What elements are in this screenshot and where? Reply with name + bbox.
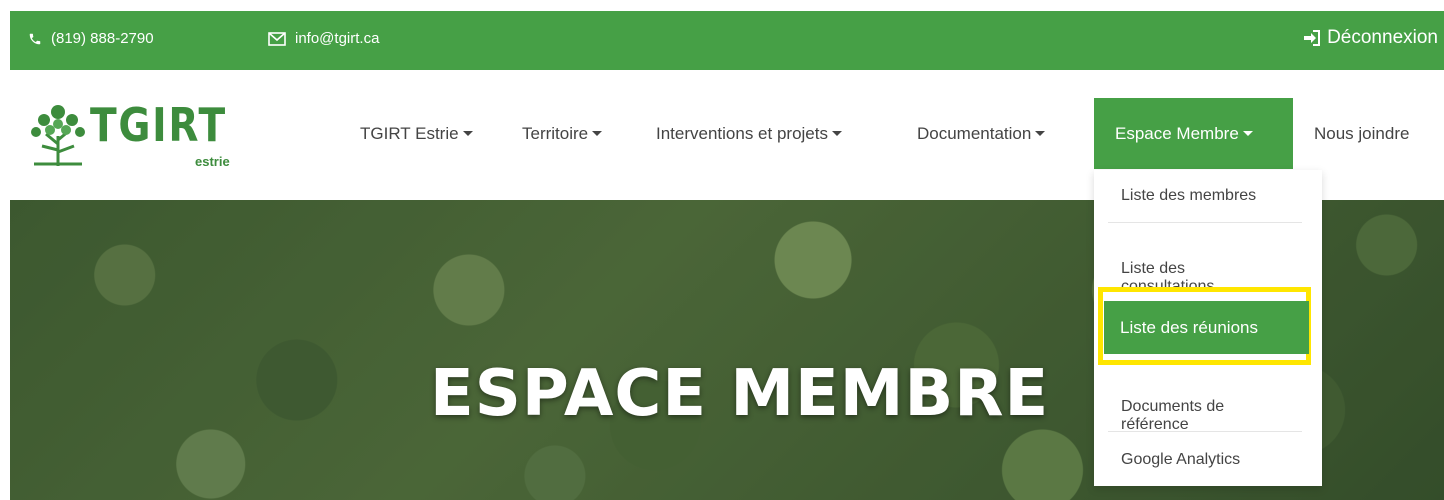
top-bar: (819) 888-2790 info@tgirt.ca Déconnexion: [10, 11, 1444, 70]
nav-item-label: Documentation: [917, 123, 1032, 143]
logout-label: Déconnexion: [1327, 27, 1438, 48]
dropdown-item-label: Liste des réunions: [1120, 317, 1258, 337]
caret-down-icon: [1242, 131, 1253, 136]
sign-out-icon: [1303, 29, 1321, 47]
nav-item-documentation[interactable]: Documentation: [917, 98, 1046, 169]
nav-item-label: Interventions et projets: [656, 123, 828, 143]
caret-down-icon: [831, 131, 842, 136]
logout-button[interactable]: Déconnexion: [1303, 27, 1438, 49]
dropdown-item-label: Google Analytics: [1121, 451, 1241, 468]
nav-item-tgirt-estrie[interactable]: TGIRT Estrie: [360, 98, 473, 169]
nav-item-espace-membre[interactable]: Espace Membre: [1094, 98, 1293, 169]
dropdown-item-label: Liste des membres: [1121, 187, 1257, 204]
dropdown-item-label: Documents de référence: [1121, 398, 1225, 433]
logo-wordmark: TGIRT: [90, 98, 227, 152]
phone-number: (819) 888-2790: [51, 30, 154, 47]
nav-item-label: TGIRT Estrie: [360, 123, 459, 143]
dropdown-divider: [1108, 431, 1302, 432]
dropdown-item-liste-reunions[interactable]: Liste des réunions: [1104, 301, 1309, 354]
dropdown-item-documents-reference[interactable]: Documents de référence: [1094, 380, 1349, 434]
nav-item-territoire[interactable]: Territoire: [522, 98, 603, 169]
dropdown-item-liste-membres[interactable]: Liste des membres: [1094, 187, 1349, 205]
page-title: ESPACE MEMBRE: [430, 357, 1050, 431]
caret-down-icon: [462, 131, 473, 136]
caret-down-icon: [1035, 131, 1046, 136]
email-address: info@tgirt.ca: [295, 30, 380, 47]
phone-icon: [28, 32, 42, 46]
dropdown-item-google-analytics[interactable]: Google Analytics: [1094, 451, 1349, 469]
nav-item-nous-joindre[interactable]: Nous joindre: [1314, 98, 1409, 169]
logo-subtitle: estrie: [195, 154, 230, 169]
dropdown-divider: [1108, 222, 1302, 223]
phone-contact[interactable]: (819) 888-2790: [28, 30, 154, 47]
nav-item-label: Territoire: [522, 123, 589, 143]
site-logo[interactable]: TGIRT estrie: [28, 98, 238, 170]
caret-down-icon: [592, 131, 603, 136]
nav-item-label: Nous joindre: [1314, 123, 1410, 143]
nav-item-interventions[interactable]: Interventions et projets: [656, 98, 842, 169]
envelope-icon: [268, 31, 286, 46]
email-contact[interactable]: info@tgirt.ca: [268, 30, 379, 47]
nav-item-label: Espace Membre: [1115, 123, 1239, 143]
espace-membre-dropdown: Liste des membres Liste des consultation…: [1094, 170, 1322, 486]
